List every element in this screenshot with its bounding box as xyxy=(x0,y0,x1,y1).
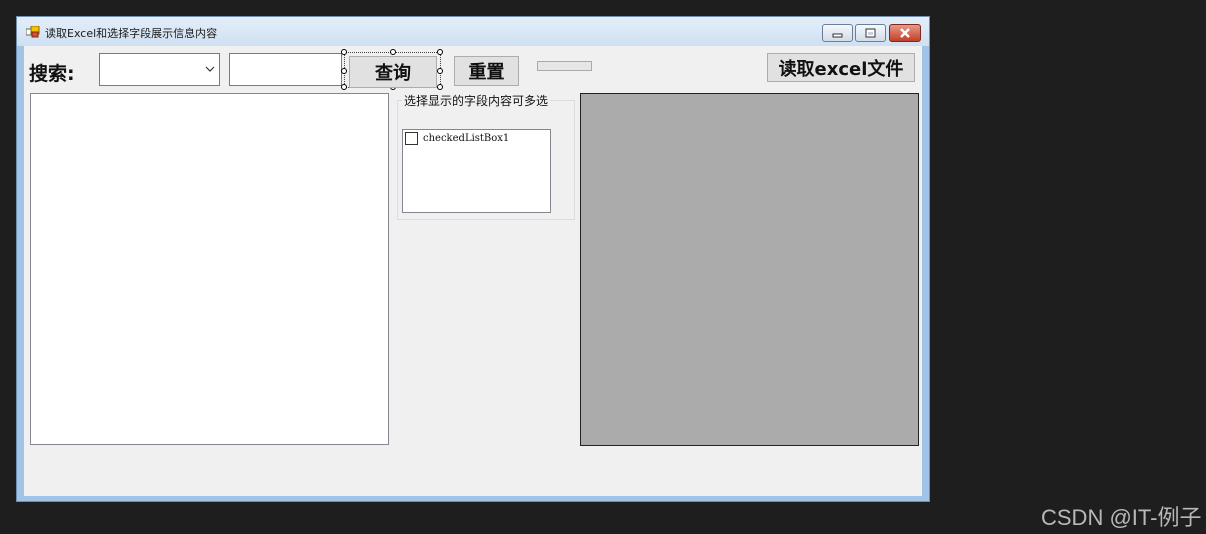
resize-handle[interactable] xyxy=(390,49,396,55)
close-icon xyxy=(900,28,910,38)
resize-handle[interactable] xyxy=(341,84,347,90)
app-icon xyxy=(26,26,40,38)
close-button[interactable] xyxy=(889,24,921,42)
resize-handle[interactable] xyxy=(437,84,443,90)
minimize-icon xyxy=(832,33,843,38)
list-item-label: checkedListBox1 xyxy=(423,133,510,144)
display-panel xyxy=(580,93,919,446)
resize-handle[interactable] xyxy=(437,68,443,74)
result-listbox[interactable] xyxy=(30,93,389,445)
field-checked-listbox[interactable]: checkedListBox1 xyxy=(402,129,551,213)
maximize-button[interactable] xyxy=(855,24,886,42)
watermark: CSDN @IT-例子 xyxy=(1041,505,1202,530)
groupbox-label: 选择显示的字段内容可多选 xyxy=(402,92,551,109)
resize-handle[interactable] xyxy=(341,49,347,55)
title-bar[interactable]: 读取Excel和选择字段展示信息内容 xyxy=(17,17,929,46)
resize-handle[interactable] xyxy=(341,68,347,74)
field-combobox[interactable] xyxy=(99,53,220,86)
list-item[interactable]: checkedListBox1 xyxy=(405,132,509,145)
progress-bar xyxy=(537,61,592,71)
query-button[interactable]: 查询 xyxy=(349,56,437,88)
search-label: 搜索: xyxy=(29,63,75,85)
read-excel-button[interactable]: 读取excel文件 xyxy=(767,53,915,82)
window-title: 读取Excel和选择字段展示信息内容 xyxy=(45,27,218,40)
chevron-down-icon xyxy=(205,66,215,72)
search-input[interactable] xyxy=(229,53,342,86)
minimize-button[interactable] xyxy=(822,24,853,42)
resize-handle[interactable] xyxy=(437,49,443,55)
checkbox[interactable] xyxy=(405,132,418,145)
app-window: 读取Excel和选择字段展示信息内容 搜索: 查询 重置 读取excel文件 选… xyxy=(16,16,930,502)
maximize-icon xyxy=(865,28,876,38)
reset-button[interactable]: 重置 xyxy=(454,56,519,86)
form-client-area: 搜索: 查询 重置 读取excel文件 选择显示的字段内容可多选 checked… xyxy=(24,46,922,496)
